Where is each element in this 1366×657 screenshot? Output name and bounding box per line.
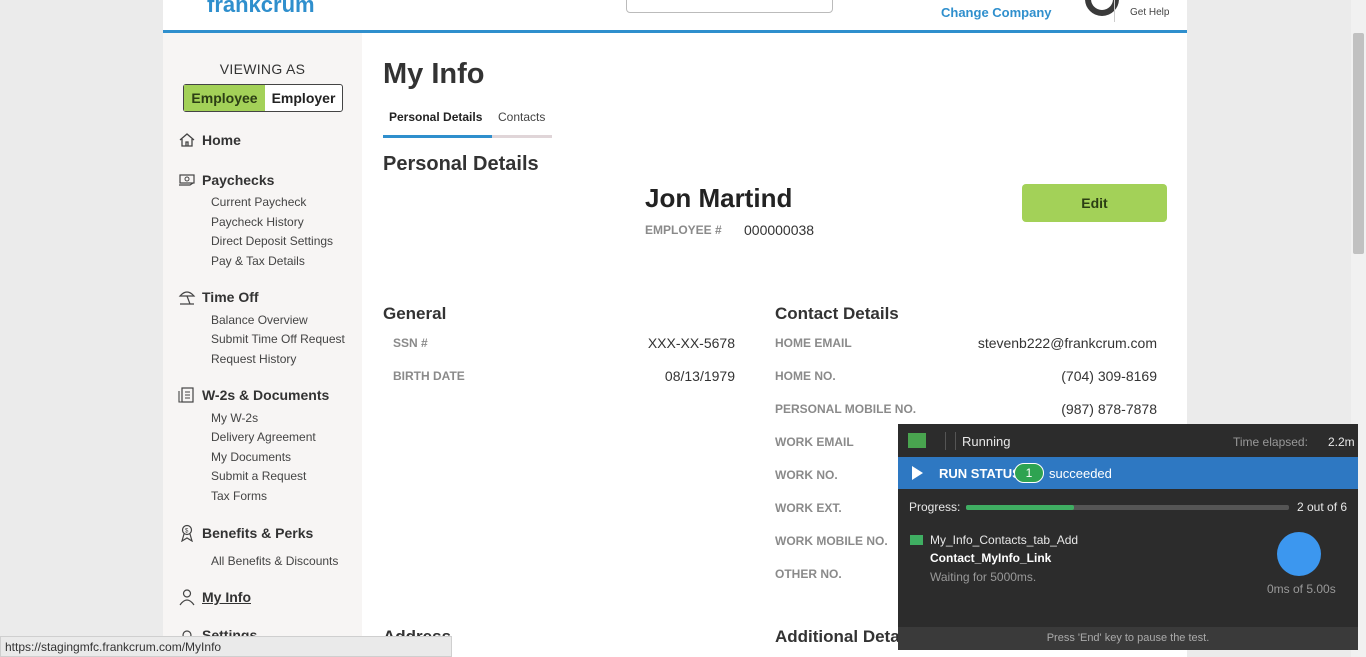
nav-my-w2s[interactable]: My W-2s <box>211 411 258 425</box>
nav-benefits-label: Benefits & Perks <box>202 525 314 541</box>
home-icon <box>179 133 195 147</box>
run-status-bar[interactable]: RUN STATUS 1 succeeded <box>898 457 1358 489</box>
nav-current-paycheck[interactable]: Current Paycheck <box>211 195 306 209</box>
page-title: My Info <box>383 58 485 90</box>
general-heading: General <box>383 304 447 323</box>
divider <box>955 432 956 450</box>
contact-details-heading: Contact Details <box>775 304 899 323</box>
nav-all-benefits[interactable]: All Benefits & Discounts <box>211 554 338 568</box>
time-elapsed-value: 2.2m <box>1328 435 1355 449</box>
info-tabs: Personal Details Contacts <box>383 105 553 139</box>
frankcrum-logo[interactable]: frankcrum <box>207 0 315 18</box>
progress-label: Progress: <box>909 500 961 514</box>
test-waiting-text: Waiting for 5000ms. <box>930 570 1037 584</box>
nav-delivery-agreement[interactable]: Delivery Agreement <box>211 430 316 444</box>
progress-track <box>966 505 1289 510</box>
test-runner-panel: Running Time elapsed: 2.2m RUN STATUS 1 … <box>898 424 1358 650</box>
succeeded-count-badge: 1 <box>1014 463 1044 483</box>
employer-toggle-button[interactable]: Employer <box>265 85 342 111</box>
test-icon <box>910 535 923 545</box>
home-email-value: stevenb222@frankcrum.com <box>977 335 1157 351</box>
run-status-label: RUN STATUS <box>939 466 1021 481</box>
employee-number: 000000038 <box>744 222 815 238</box>
nav-my-info[interactable]: My Info <box>178 588 251 606</box>
get-help-link[interactable]: Get Help <box>1130 7 1169 18</box>
change-company-link[interactable]: Change Company <box>941 5 1052 20</box>
documents-icon <box>178 387 194 403</box>
birth-date-value: 08/13/1979 <box>664 368 735 384</box>
work-no-label: WORK NO. <box>775 468 838 482</box>
runner-state: Running <box>962 434 1011 449</box>
beach-umbrella-icon <box>178 291 196 305</box>
work-email-label: WORK EMAIL <box>775 435 854 449</box>
wait-timer-circle <box>1277 532 1321 576</box>
time-elapsed-label: Time elapsed: <box>1233 435 1308 449</box>
nav-tax-forms[interactable]: Tax Forms <box>211 489 267 503</box>
sidebar: VIEWING AS Employee Employer Home Payche… <box>163 33 362 657</box>
personal-mobile-value: (987) 878-7878 <box>1061 401 1157 417</box>
divider <box>945 432 946 450</box>
edit-button[interactable]: Edit <box>1022 184 1167 222</box>
benefits-icon: $ <box>181 524 193 542</box>
ssn-value: XXX-XX-5678 <box>647 335 735 351</box>
nav-my-documents[interactable]: My Documents <box>211 450 291 464</box>
nav-paychecks-label: Paychecks <box>202 172 275 188</box>
view-toggle: Employee Employer <box>183 84 343 112</box>
tab-contacts[interactable]: Contacts <box>498 110 545 124</box>
viewing-as-label: VIEWING AS <box>219 61 306 77</box>
wait-timer-text: 0ms of 5.00s <box>1267 582 1336 596</box>
person-icon <box>179 589 195 606</box>
personal-mobile-label: PERSONAL MOBILE NO. <box>775 402 917 416</box>
work-mobile-label: WORK MOBILE NO. <box>775 534 888 548</box>
svg-text:$: $ <box>185 529 189 535</box>
nav-pay-tax-details[interactable]: Pay & Tax Details <box>211 254 305 268</box>
runner-footer: Press 'End' key to pause the test. <box>898 627 1358 650</box>
work-ext-label: WORK EXT. <box>775 501 842 515</box>
nav-request-history[interactable]: Request History <box>211 352 296 366</box>
other-no-label: OTHER NO. <box>775 567 842 581</box>
scrollbar-thumb[interactable] <box>1353 33 1364 254</box>
nav-benefits-perks[interactable]: $ Benefits & Perks <box>178 524 313 542</box>
employee-number-label: EMPLOYEE # <box>645 223 722 237</box>
paycheck-icon <box>179 174 195 186</box>
nav-home-label: Home <box>202 132 241 148</box>
ssn-label: SSN # <box>393 336 428 350</box>
progress-fill <box>966 505 1074 510</box>
divider <box>1114 0 1115 22</box>
nav-submit-time-off[interactable]: Submit Time Off Request <box>211 332 345 346</box>
nav-balance-overview[interactable]: Balance Overview <box>211 313 308 327</box>
section-title: Personal Details <box>383 153 539 175</box>
nav-paycheck-history[interactable]: Paycheck History <box>211 215 304 229</box>
home-email-label: HOME EMAIL <box>775 336 852 350</box>
birth-date-label: BIRTH DATE <box>393 369 465 383</box>
nav-time-off-label: Time Off <box>202 289 259 305</box>
additional-details-heading: Additional Deta <box>775 627 900 646</box>
pause-hint: Press 'End' key to pause the test. <box>1046 632 1210 644</box>
home-no-label: HOME NO. <box>775 369 836 383</box>
nav-my-info-label: My Info <box>202 589 251 605</box>
nav-home[interactable]: Home <box>178 131 241 149</box>
tab-personal-details[interactable]: Personal Details <box>389 110 482 124</box>
test-name-line2: Contact_MyInfo_Link <box>930 551 1052 565</box>
company-search-input[interactable] <box>626 0 833 13</box>
nav-submit-request[interactable]: Submit a Request <box>211 469 306 483</box>
test-name-line1: My_Info_Contacts_tab_Add <box>930 533 1079 547</box>
nav-w2s-label: W-2s & Documents <box>202 387 330 403</box>
nav-paychecks[interactable]: Paychecks <box>178 171 274 189</box>
progress-value: 2 out of 6 <box>1297 500 1348 514</box>
runner-logo-icon <box>908 433 926 448</box>
nav-time-off[interactable]: Time Off <box>178 288 259 306</box>
employee-toggle-button[interactable]: Employee <box>184 85 265 111</box>
runner-header: Running Time elapsed: 2.2m <box>898 424 1358 457</box>
succeeded-label: succeeded <box>1049 466 1112 481</box>
nav-w2s-documents[interactable]: W-2s & Documents <box>178 386 329 404</box>
nav-direct-deposit-settings[interactable]: Direct Deposit Settings <box>211 234 333 248</box>
tab-underline <box>492 135 552 138</box>
employee-name: Jon Martind <box>645 183 793 213</box>
home-no-value: (704) 309-8169 <box>1061 368 1157 384</box>
top-header: frankcrum Change Company Get Help <box>163 0 1187 33</box>
active-tab-indicator <box>383 135 492 138</box>
play-icon[interactable] <box>912 466 923 480</box>
status-bar-url: https://stagingmfc.frankcrum.com/MyInfo <box>0 636 452 657</box>
